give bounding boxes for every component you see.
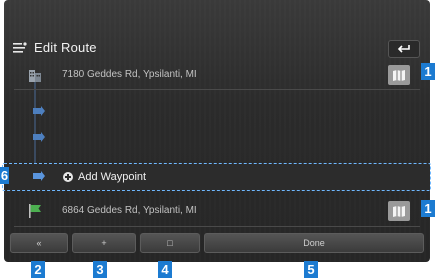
done-button[interactable]: Done [204, 233, 424, 253]
back-button[interactable] [388, 40, 420, 58]
callout-3: 3 [93, 261, 107, 278]
row-divider [14, 89, 420, 90]
waypoint-arrow-icon [33, 132, 45, 142]
row-divider [14, 226, 420, 227]
end-address: 6864 Geddes Rd, Ypsilanti, MI [62, 205, 197, 216]
add-button[interactable]: + [72, 233, 136, 253]
add-waypoint-row[interactable]: Add Waypoint [8, 164, 430, 190]
end-map-button[interactable] [388, 201, 410, 221]
map-icon [393, 205, 405, 217]
map-icon [393, 69, 405, 81]
add-waypoint-label: Add Waypoint [78, 171, 147, 183]
waypoint-arrow-icon [33, 171, 45, 181]
return-arrow-icon [397, 45, 410, 53]
start-address: 7180 Geddes Rd, Ypsilanti, MI [62, 69, 197, 80]
screen-header: Edit Route [4, 38, 430, 58]
page-title: Edit Route [34, 40, 97, 55]
callout-4: 4 [158, 261, 172, 278]
start-map-button[interactable] [388, 65, 410, 85]
callout-2: 2 [31, 261, 45, 278]
previous-button[interactable]: « [10, 233, 68, 253]
start-building-icon [29, 70, 41, 82]
destination-flag-icon [29, 204, 41, 218]
callout-1-top: 1 [421, 63, 435, 80]
route-start-row[interactable]: 7180 Geddes Rd, Ypsilanti, MI [14, 62, 420, 88]
route-destination-row[interactable]: 6864 Geddes Rd, Ypsilanti, MI [14, 198, 420, 224]
delete-button[interactable]: □ [140, 233, 200, 253]
route-edit-icon [13, 42, 27, 53]
waypoint-arrow-icon [33, 106, 45, 116]
add-circle-icon [63, 172, 73, 182]
callout-1-bottom: 1 [421, 200, 435, 217]
navigation-screen: Edit Route 7180 Geddes Rd, Ypsilanti, MI [4, 0, 430, 262]
callout-6: 6 [0, 167, 9, 184]
callout-5: 5 [304, 261, 318, 278]
